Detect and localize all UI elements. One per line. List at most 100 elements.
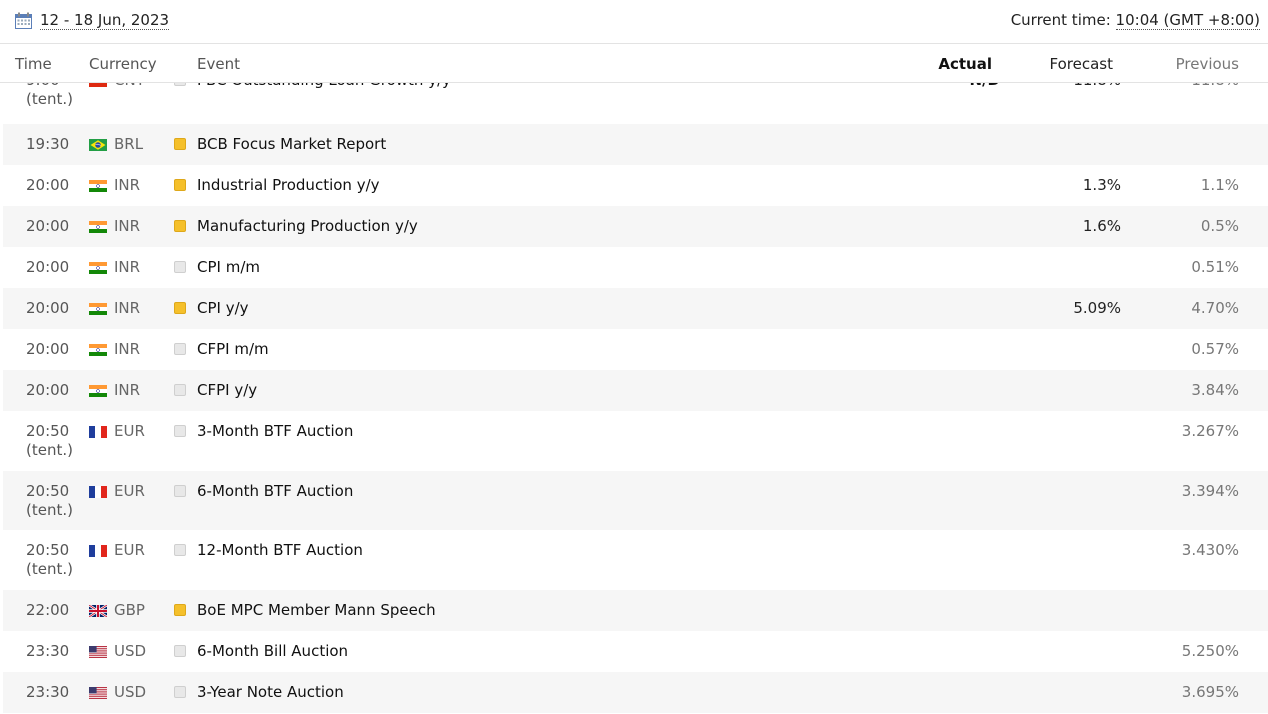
current-time: Current time: 10:04 (GMT +8:00): [1010, 11, 1260, 30]
importance-indicator: [174, 544, 186, 556]
importance-indicator: [174, 685, 186, 698]
event-currency: INR: [114, 299, 141, 317]
in-flag-icon: [89, 344, 107, 356]
event-currency: CNY: [114, 83, 145, 90]
event-currency: GBP: [114, 600, 145, 619]
event-row[interactable]: 20:50 (tent.) EUR 6-Month BTF Auction 3.394…: [3, 470, 1268, 530]
event-previous: 0.51%: [1191, 258, 1239, 276]
event-previous: 3.695%: [1181, 682, 1239, 701]
event-row[interactable]: 20:00 INR CPI y/y 5.09% 4.70%: [3, 288, 1268, 329]
br-flag-icon: [89, 139, 107, 151]
importance-indicator: [174, 138, 186, 150]
event-name-link[interactable]: Industrial Production y/y: [197, 176, 380, 195]
timezone-selector[interactable]: 10:04 (GMT +8:00): [1115, 11, 1260, 30]
importance-indicator: [174, 343, 186, 355]
in-flag-icon: [89, 221, 107, 233]
events-list[interactable]: 9:00 (tent.) CNY PBC Outstanding Loan Grow…: [3, 83, 1268, 714]
importance-indicator: [174, 302, 186, 314]
event-name-link[interactable]: BCB Focus Market Report: [197, 135, 386, 154]
event-row[interactable]: 20:50 (tent.) EUR 3-Month BTF Auction 3.267…: [3, 411, 1268, 471]
importance-indicator: [174, 644, 186, 657]
us-flag-icon: [89, 686, 107, 699]
event-time: 23:30: [26, 682, 70, 701]
importance-indicator: [174, 220, 186, 232]
importance-indicator: [174, 603, 186, 616]
event-previous: 4.70%: [1191, 299, 1239, 317]
event-name-link[interactable]: 3-Month BTF Auction: [197, 422, 353, 441]
event-row[interactable]: 22:00 GBP BoE MPC Member Mann Speech: [3, 589, 1268, 631]
event-previous: 1.1%: [1200, 176, 1239, 194]
current-time-label: Current time:: [1010, 11, 1111, 29]
event-currency: EUR: [114, 541, 145, 559]
gb-flag-icon: [89, 604, 107, 617]
column-header-time: Time: [15, 55, 52, 73]
event-currency: BRL: [114, 135, 144, 153]
event-currency: INR: [114, 176, 141, 194]
date-range-picker[interactable]: 12 - 18 Jun, 2023: [40, 11, 170, 30]
event-forecast: 5.09%: [1073, 299, 1121, 317]
event-name-link[interactable]: 6-Month BTF Auction: [197, 482, 353, 501]
event-currency: EUR: [114, 422, 145, 440]
event-previous: 0.5%: [1200, 217, 1239, 235]
event-previous: 0.57%: [1191, 340, 1239, 358]
event-name-link[interactable]: 3-Year Note Auction: [197, 683, 344, 702]
event-forecast: 1.6%: [1082, 217, 1121, 235]
event-time: 20:00: [26, 176, 70, 194]
event-currency: EUR: [114, 481, 145, 500]
event-row[interactable]: 20:00 INR CFPI m/m 0.57%: [3, 329, 1268, 370]
importance-indicator: [174, 484, 186, 497]
fr-flag-icon: [89, 485, 107, 498]
event-row[interactable]: 20:00 INR Industrial Production y/y 1.3% 1.1…: [3, 165, 1268, 206]
cn-flag-icon: [89, 83, 107, 87]
calendar-icon[interactable]: [15, 12, 32, 29]
event-name-link[interactable]: CPI m/m: [197, 258, 260, 277]
event-currency: INR: [114, 340, 141, 358]
event-name-link[interactable]: CPI y/y: [197, 299, 249, 318]
event-row[interactable]: 23:30 USD 3-Year Note Auction 3.695%: [3, 671, 1268, 713]
event-previous: 3.394%: [1181, 481, 1239, 500]
event-currency: INR: [114, 381, 141, 399]
event-name-link[interactable]: 6-Month Bill Auction: [197, 642, 348, 661]
event-row[interactable]: 9:00 (tent.) CNY PBC Outstanding Loan Grow…: [3, 83, 1268, 124]
event-row[interactable]: 20:00 INR CPI m/m 0.51%: [3, 247, 1268, 288]
in-flag-icon: [89, 303, 107, 315]
event-name-link[interactable]: CFPI y/y: [197, 381, 257, 400]
in-flag-icon: [89, 385, 107, 397]
event-forecast: 11.8%: [1073, 83, 1121, 90]
importance-indicator: [174, 261, 186, 273]
event-time: 19:30: [26, 135, 70, 153]
event-name-link[interactable]: Manufacturing Production y/y: [197, 217, 418, 236]
importance-indicator: [174, 425, 186, 437]
event-previous: 5.250%: [1181, 641, 1239, 660]
event-name-link[interactable]: 12-Month BTF Auction: [197, 541, 363, 560]
event-row[interactable]: 20:00 INR CFPI y/y 3.84%: [3, 370, 1268, 411]
column-header-event: Event: [197, 55, 240, 73]
event-row[interactable]: 19:30 BRL BCB Focus Market Report: [3, 124, 1268, 165]
event-name-link[interactable]: CFPI m/m: [197, 340, 269, 359]
importance-indicator: [174, 384, 186, 396]
event-previous: 3.84%: [1191, 381, 1239, 399]
event-currency: USD: [114, 641, 147, 660]
event-forecast: 1.3%: [1082, 176, 1121, 194]
column-header-previous: Previous: [1175, 55, 1239, 73]
event-time: 20:00: [26, 217, 70, 235]
column-header-currency: Currency: [89, 55, 157, 73]
event-previous: 3.267%: [1181, 422, 1239, 440]
event-currency: INR: [114, 258, 141, 276]
event-name-link[interactable]: BoE MPC Member Mann Speech: [197, 601, 436, 620]
event-actual: N/D: [970, 83, 1000, 90]
in-flag-icon: [89, 262, 107, 274]
event-time: 20:50 (tent.): [26, 481, 73, 519]
importance-indicator: [174, 179, 186, 191]
event-time: 20:50 (tent.): [26, 422, 73, 459]
fr-flag-icon: [89, 545, 107, 557]
event-row[interactable]: 20:00 INR Manufacturing Production y/y 1.6%…: [3, 206, 1268, 247]
event-row[interactable]: 20:50 (tent.) EUR 12-Month BTF Auction 3.43…: [3, 530, 1268, 590]
event-time: 20:00: [26, 340, 70, 358]
event-row[interactable]: 23:30 USD 6-Month Bill Auction 5.250%: [3, 630, 1268, 672]
event-name-link[interactable]: PBC Outstanding Loan Growth y/y: [197, 83, 451, 90]
event-previous: 11.8%: [1191, 83, 1239, 90]
importance-indicator: [174, 83, 186, 86]
event-time: 20:00: [26, 258, 70, 276]
event-time: 23:30: [26, 641, 70, 660]
